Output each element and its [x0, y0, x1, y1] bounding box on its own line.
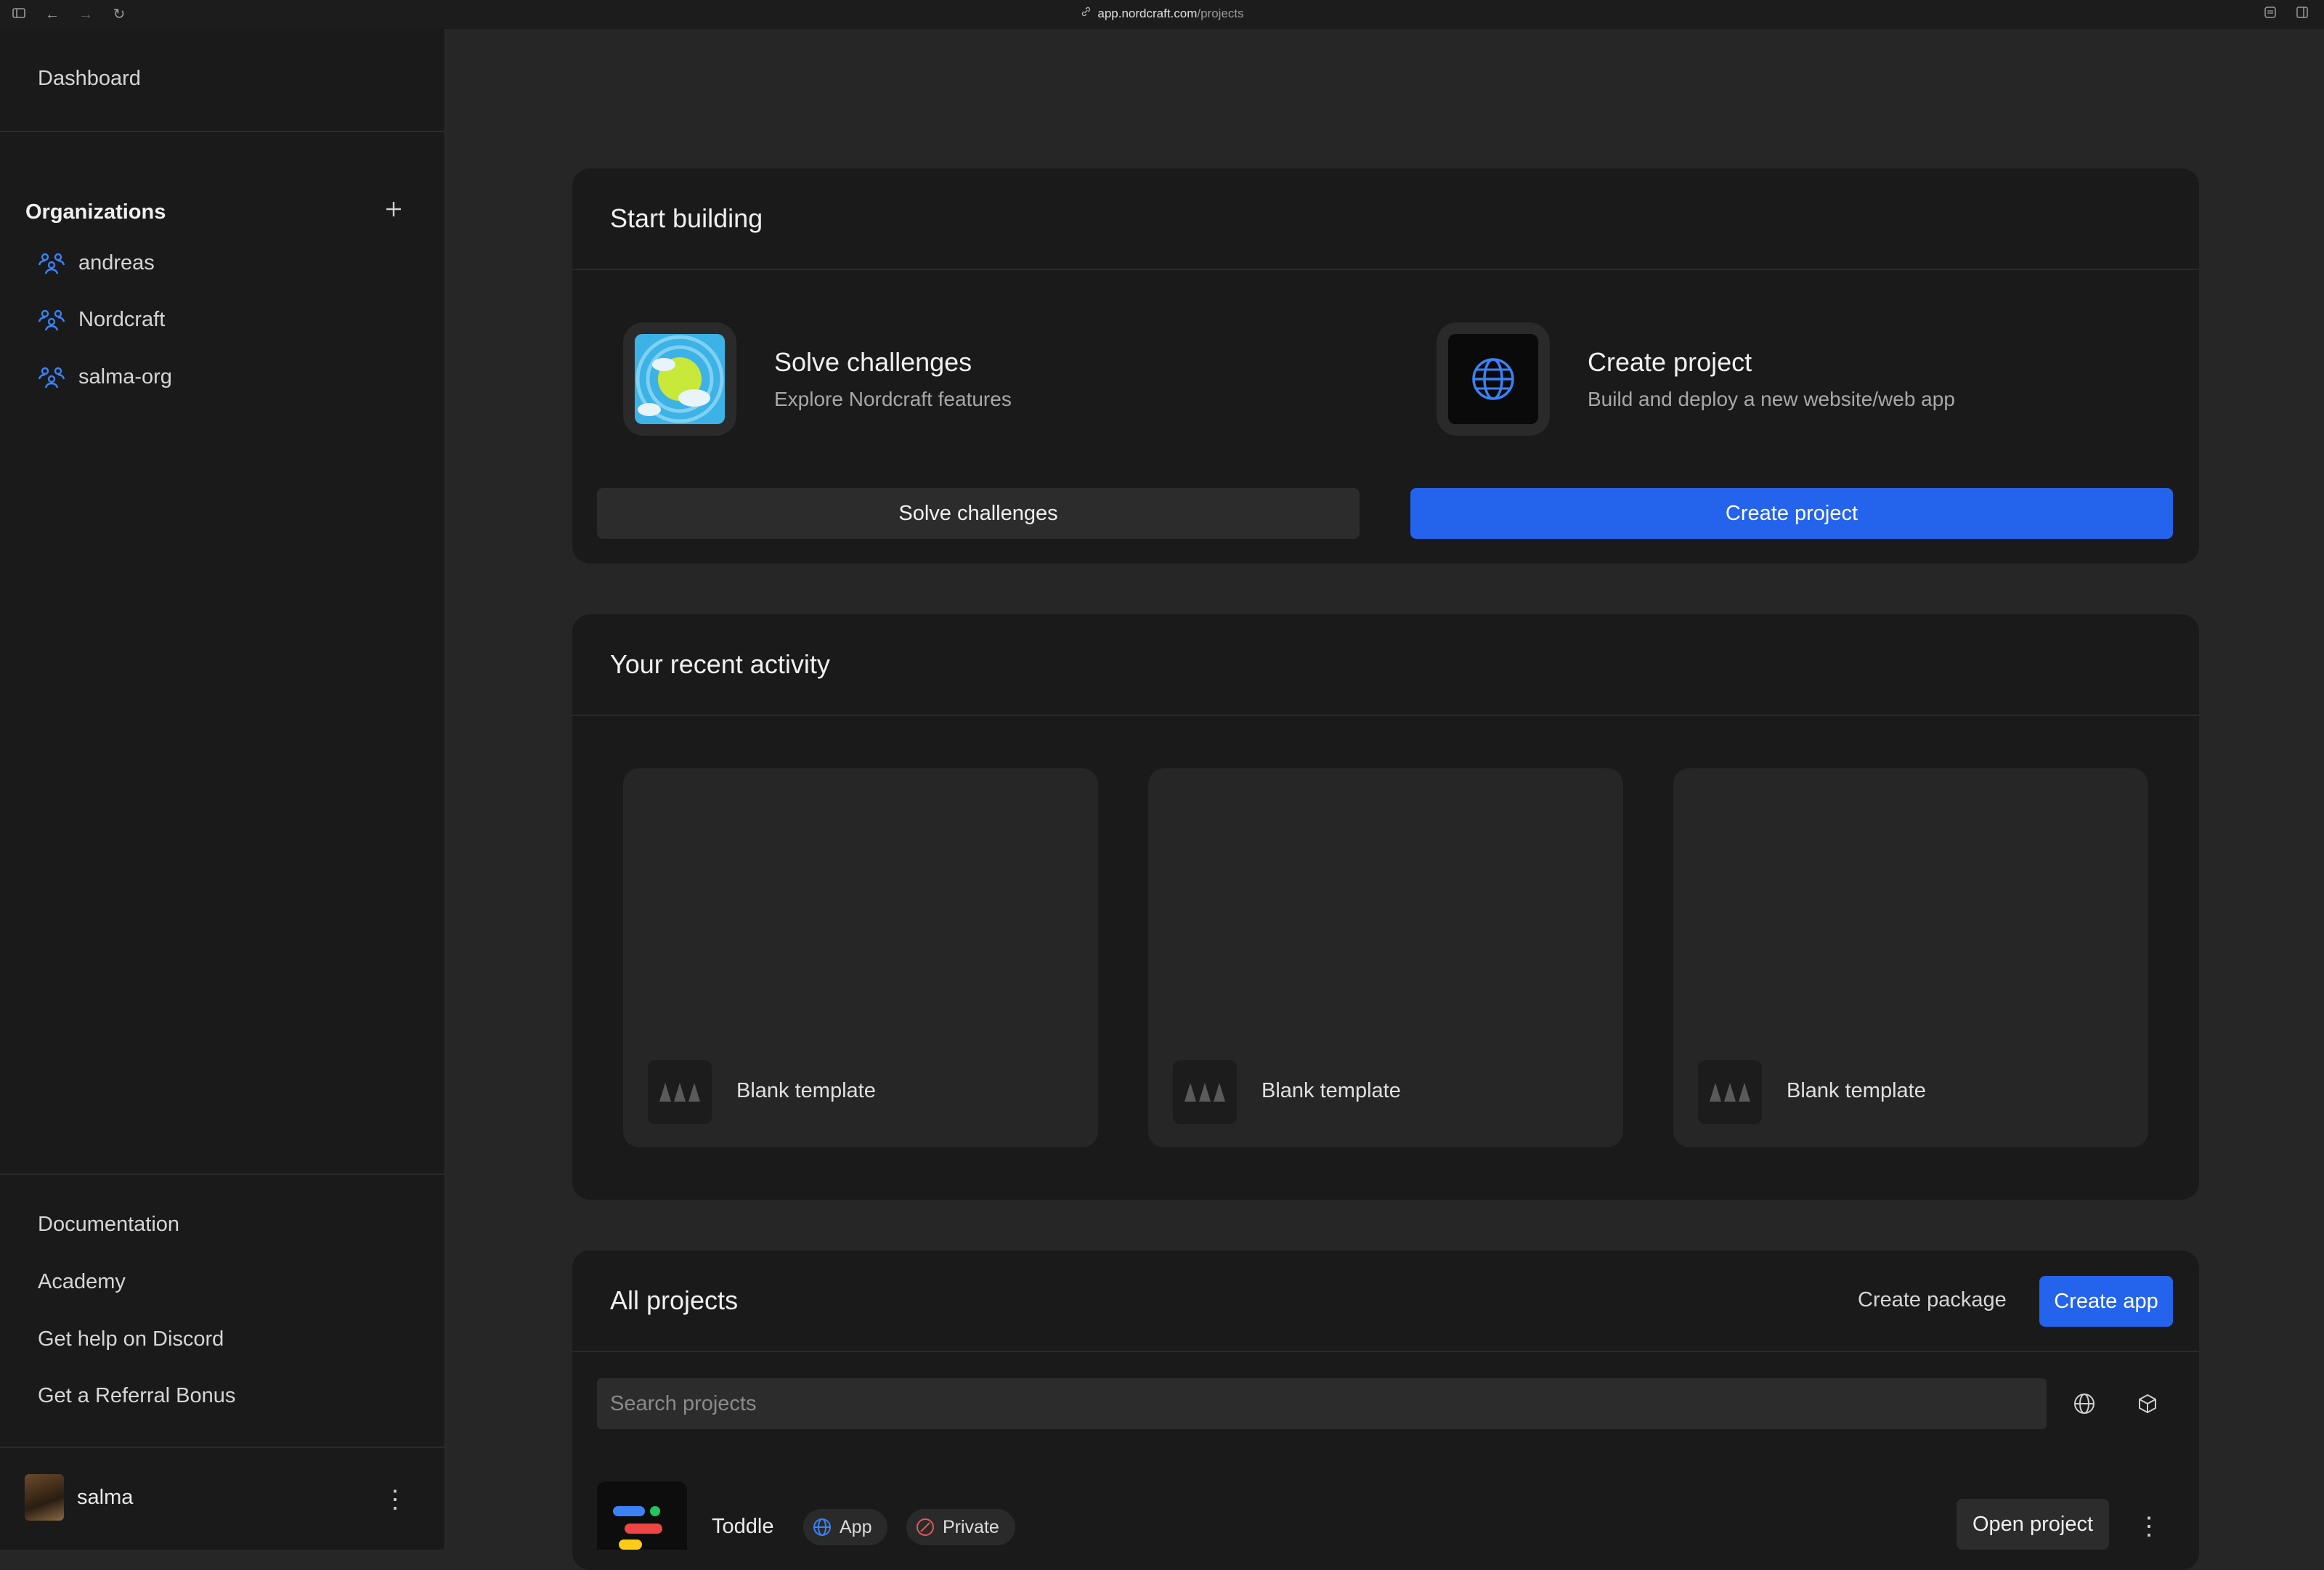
avatar [25, 1474, 64, 1521]
solve-challenges-feature: Solve challenges Explore Nordcraft featu… [623, 322, 1012, 436]
sidebar-item-org-nordcraft[interactable]: Nordcraft [38, 305, 165, 334]
package-filter-button[interactable] [2129, 1386, 2166, 1422]
globe-icon [2074, 1394, 2095, 1414]
trees-icon [1173, 1060, 1237, 1124]
user-menu-button[interactable]: ⋮ [383, 1485, 407, 1514]
sidebar-item-discord[interactable]: Get help on Discord [38, 1327, 224, 1351]
divider [0, 1447, 444, 1448]
recent-project-label: Blank template [1787, 1079, 1926, 1102]
recent-project-label: Blank template [736, 1079, 876, 1102]
search-input[interactable] [597, 1378, 2047, 1429]
sidebar: Dashboard Organizations andreas Nordcraf… [0, 29, 446, 1550]
sidebar-item-documentation[interactable]: Documentation [38, 1213, 179, 1237]
recent-project-label: Blank template [1261, 1079, 1401, 1102]
open-project-button[interactable]: Open project [1957, 1499, 2109, 1550]
project-logo [597, 1481, 687, 1550]
user-name: salma [77, 1485, 134, 1509]
trees-icon [648, 1060, 712, 1124]
project-menu-button[interactable]: ⋮ [2137, 1512, 2161, 1541]
sidebar-item-org-andreas[interactable]: andreas [38, 248, 155, 277]
sidebar-item-dashboard[interactable]: Dashboard [38, 67, 141, 91]
address-bar[interactable]: app.nordcraft.com/projects [1080, 6, 1244, 21]
split-view-icon[interactable] [2293, 6, 2311, 23]
add-organization-button[interactable] [379, 195, 408, 224]
divider [0, 1174, 444, 1175]
globe-filter-button[interactable] [2066, 1386, 2102, 1422]
globe-icon [813, 1518, 831, 1536]
org-label: salma-org [78, 365, 172, 389]
create-package-button[interactable]: Create package [1858, 1288, 2007, 1312]
project-visibility-badge: Private [906, 1509, 1015, 1545]
reload-icon[interactable]: ↻ [110, 6, 128, 23]
start-building-title: Start building [572, 168, 2199, 270]
create-project-title: Create project [1588, 347, 1752, 377]
challenges-subtitle: Explore Nordcraft features [774, 388, 1012, 410]
globe-icon [1437, 322, 1550, 436]
team-icon [38, 253, 65, 274]
url-path: /projects [1197, 6, 1244, 20]
create-project-button[interactable]: Create project [1410, 488, 2173, 539]
sidebar-toggle-icon[interactable] [10, 6, 28, 23]
browser-toolbar: ← → ↻ app.nordcraft.com/projects [0, 0, 2324, 29]
challenges-title: Solve challenges [774, 347, 972, 377]
project-type-badge: App [803, 1509, 888, 1545]
user-profile[interactable]: salma [25, 1474, 133, 1521]
sidebar-item-referral[interactable]: Get a Referral Bonus [38, 1384, 235, 1408]
back-arrow-icon[interactable]: ← [44, 6, 61, 23]
cube-icon [2139, 1394, 2156, 1413]
project-visibility-label: Private [943, 1516, 999, 1537]
divider [0, 131, 444, 132]
link-icon [1080, 6, 1092, 21]
private-icon [917, 1518, 934, 1536]
org-label: andreas [78, 251, 155, 274]
create-app-button[interactable]: Create app [2039, 1276, 2173, 1327]
sidebar-item-academy[interactable]: Academy [38, 1270, 126, 1294]
organizations-heading: Organizations [25, 200, 166, 224]
recent-project-card[interactable]: Blank template [623, 768, 1098, 1147]
recent-project-card[interactable]: Blank template [1148, 768, 1623, 1147]
team-icon [38, 309, 65, 331]
forward-arrow-icon[interactable]: → [77, 6, 94, 23]
recent-activity-title: Your recent activity [572, 614, 2199, 716]
sidebar-item-org-salma-org[interactable]: salma-org [38, 362, 172, 391]
challenges-icon [623, 322, 736, 436]
create-project-feature: Create project Build and deploy a new we… [1437, 322, 1955, 436]
team-icon [38, 367, 65, 389]
solve-challenges-button[interactable]: Solve challenges [597, 488, 1360, 539]
create-project-subtitle: Build and deploy a new website/web app [1588, 388, 1955, 410]
url-host: app.nordcraft.com [1097, 6, 1198, 20]
recent-project-card[interactable]: Blank template [1673, 768, 2148, 1147]
org-label: Nordcraft [78, 307, 166, 331]
trees-icon [1698, 1060, 1762, 1124]
project-name[interactable]: Toddle [712, 1515, 773, 1539]
reader-icon[interactable] [2262, 6, 2279, 23]
project-type-label: App [840, 1516, 872, 1537]
